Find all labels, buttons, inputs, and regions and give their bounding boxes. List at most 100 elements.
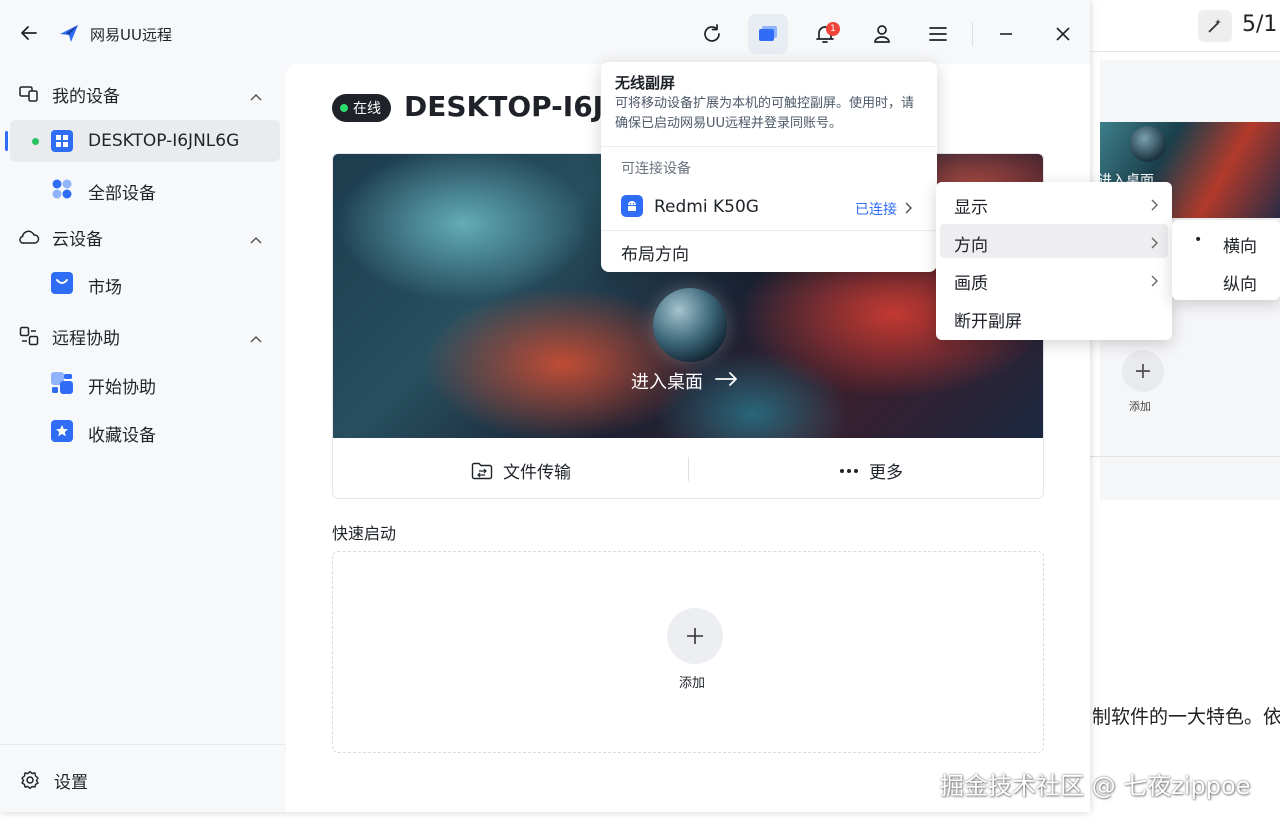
planet-graphic	[1130, 126, 1166, 162]
divider	[0, 744, 286, 745]
sidebar-item-all-devices[interactable]: 全部设备	[10, 168, 280, 210]
sidebar-item-favorites[interactable]: 收藏设备	[10, 410, 280, 452]
status-label: 在线	[353, 101, 381, 117]
chevron-up-icon[interactable]	[250, 86, 262, 106]
wireless-second-screen-popup: 无线副屏 可将移动设备扩展为本机的可触控副屏。使用时，请确保已启动网易UU远程并…	[601, 62, 937, 272]
assist-icon	[18, 325, 40, 347]
shop-bag-icon	[50, 271, 74, 295]
page-indicator: 5/1	[1242, 12, 1278, 37]
sidebar-item-label: 全部设备	[88, 184, 156, 204]
chevron-up-icon[interactable]	[250, 328, 262, 348]
menu-item-disconnect[interactable]: 断开副屏	[940, 300, 1168, 334]
file-transfer-button[interactable]: 文件传输	[471, 458, 571, 483]
menu-item-portrait[interactable]: 纵向	[1172, 262, 1280, 298]
group-cloud-devices[interactable]: 云设备	[18, 219, 268, 255]
chevron-right-icon	[904, 199, 913, 218]
divider	[688, 457, 689, 481]
background-article-text: 制软件的一大特色。依打	[1092, 706, 1280, 728]
chevron-right-icon	[1150, 272, 1158, 292]
quick-launch-area: 添加	[332, 551, 1044, 753]
divider	[601, 146, 937, 147]
layout-direction-item[interactable]: 布局方向	[621, 240, 689, 265]
menu-item-display[interactable]: 显示	[940, 186, 1168, 220]
section-label: 可连接设备	[621, 161, 691, 177]
menu-icon[interactable]	[918, 14, 958, 54]
divider	[1090, 456, 1280, 457]
folder-transfer-icon	[471, 462, 493, 480]
start-assist-icon	[50, 371, 74, 395]
selected-indicator	[5, 131, 8, 151]
device-name: Redmi K50G	[654, 197, 759, 217]
planet-graphic	[653, 288, 727, 362]
user-icon[interactable]	[862, 14, 902, 54]
refresh-icon[interactable]	[692, 14, 732, 54]
grid-dots-icon	[50, 177, 74, 201]
connected-device-row[interactable]: Redmi K50G 已连接	[601, 186, 937, 226]
menu-item-label: 断开副屏	[954, 312, 1022, 332]
online-dot	[340, 104, 348, 112]
menu-item-label: 横向	[1223, 237, 1257, 257]
orientation-menu: • 横向 纵向	[1172, 220, 1280, 300]
watermark: 掘金技术社区 @ 七夜zippoe	[940, 772, 1251, 800]
card-actions: 文件传输 更多	[333, 438, 1043, 498]
menu-item-label: 方向	[954, 236, 988, 256]
connection-status: 已连接	[855, 202, 897, 218]
menu-item-orientation[interactable]: 方向	[940, 224, 1168, 258]
popup-title: 无线副屏	[615, 74, 676, 92]
minimize-icon[interactable]	[986, 14, 1026, 54]
group-my-devices[interactable]: 我的设备	[18, 76, 268, 112]
menu-item-label: 纵向	[1223, 275, 1257, 295]
bell-icon[interactable]: 1	[805, 14, 845, 54]
menu-item-label: 显示	[954, 198, 988, 218]
title-bar: 网易UU远程 1	[0, 0, 1090, 64]
add-button[interactable]	[667, 608, 723, 664]
sidebar-item-label: 收藏设备	[88, 426, 156, 446]
page-title: DESKTOP-I6JN	[404, 90, 627, 123]
selected-bullet: •	[1194, 232, 1203, 248]
bookmark-star-icon	[50, 419, 74, 443]
uu-logo-icon	[58, 22, 80, 44]
settings-button[interactable]: 设置	[20, 768, 88, 793]
android-icon	[621, 195, 643, 217]
background-window: 5/1 进入桌面 + 添加 制软件的一大特色。依打	[1090, 0, 1280, 820]
popup-description: 可将移动设备扩展为本机的可触控副屏。使用时，请确保已启动网易UU远程并登录同账号…	[615, 96, 915, 131]
more-dots-icon	[839, 468, 859, 474]
second-screen-icon[interactable]	[748, 14, 788, 54]
background-add-button[interactable]: +	[1122, 350, 1164, 392]
background-add-label: 添加	[1129, 400, 1151, 413]
sidebar-item-desktop[interactable]: DESKTOP-I6JNL6G	[5, 120, 280, 162]
sidebar: 我的设备 DESKTOP-I6JNL6G 全部设备 云设备 市场 远程协助 开始…	[0, 64, 286, 812]
menu-item-landscape[interactable]: • 横向	[1172, 224, 1280, 260]
back-arrow-icon[interactable]	[18, 22, 40, 44]
sidebar-item-label: DESKTOP-I6JNL6G	[88, 131, 240, 151]
status-badge: 在线	[332, 94, 391, 122]
add-label: 添加	[679, 676, 706, 691]
close-icon[interactable]	[1043, 14, 1083, 54]
enter-desktop-button[interactable]: 进入桌面	[631, 368, 739, 394]
app-title: 网易UU远程	[90, 26, 172, 44]
sidebar-item-label: 市场	[88, 278, 122, 298]
settings-label: 设置	[54, 773, 88, 793]
sidebar-item-start-assist[interactable]: 开始协助	[10, 362, 280, 404]
group-label: 我的设备	[52, 86, 120, 107]
arrow-right-icon	[715, 371, 739, 392]
sidebar-item-label: 开始协助	[88, 378, 156, 398]
title-bar-divider	[972, 22, 973, 46]
quick-launch-title: 快速启动	[332, 524, 397, 543]
chevron-up-icon[interactable]	[250, 229, 262, 249]
group-label: 云设备	[52, 229, 103, 250]
cloud-icon	[18, 226, 40, 248]
more-button[interactable]: 更多	[839, 458, 903, 483]
more-label: 更多	[869, 463, 903, 483]
background-toolbar: 5/1	[1090, 0, 1280, 52]
file-transfer-label: 文件传输	[503, 463, 571, 483]
menu-item-label: 画质	[954, 274, 988, 294]
menu-item-quality[interactable]: 画质	[940, 262, 1168, 296]
chevron-right-icon	[1150, 196, 1158, 216]
group-label: 远程协助	[52, 328, 120, 349]
magic-wand-icon[interactable]	[1198, 10, 1232, 42]
gear-icon	[20, 770, 42, 792]
notification-badge: 1	[826, 22, 840, 36]
sidebar-item-market[interactable]: 市场	[10, 262, 280, 304]
group-remote-assist[interactable]: 远程协助	[18, 318, 268, 354]
